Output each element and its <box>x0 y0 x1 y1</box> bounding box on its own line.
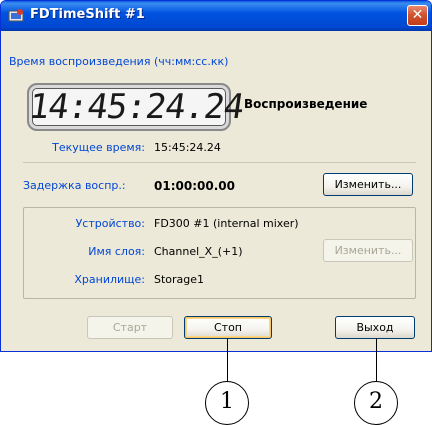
playback-time-header: Время воспроизведения (чч:мм:сс.кк) <box>9 55 229 68</box>
app-icon <box>8 9 24 22</box>
callout-1: 1 <box>205 381 249 425</box>
storage-value: Storage1 <box>154 273 205 286</box>
device-value: FD300 #1 (internal mixer) <box>154 217 299 230</box>
layer-value: Channel_X_(+1) <box>154 245 243 258</box>
callout-2: 2 <box>354 381 398 425</box>
layer-change-button[interactable]: Изменить... <box>323 239 413 262</box>
title-bar[interactable]: FDTimeShift #1 ✕ <box>1 1 431 31</box>
playback-clock: 14:45:24.24 <box>26 83 246 131</box>
callout-line-1 <box>227 338 228 382</box>
current-time-value: 15:45:24.24 <box>154 141 221 154</box>
callout-line-2 <box>376 338 377 382</box>
divider <box>23 162 416 163</box>
stop-button[interactable]: Стоп <box>184 316 272 339</box>
window-title: FDTimeShift #1 <box>30 7 145 22</box>
current-time-label: Текущее время: <box>52 141 145 154</box>
close-icon: ✕ <box>411 7 424 23</box>
exit-button[interactable]: Выход <box>335 316 415 339</box>
playback-state: Воспроизведение <box>244 97 368 111</box>
delay-value: 01:00:00.00 <box>154 179 235 193</box>
app-window: FDTimeShift #1 ✕ Время воспроизведения (… <box>0 0 432 352</box>
device-label: Устройство: <box>75 217 145 230</box>
close-button[interactable]: ✕ <box>407 5 428 26</box>
start-button[interactable]: Старт <box>87 316 173 339</box>
layer-label: Имя слоя: <box>88 245 145 258</box>
storage-label: Хранилище: <box>74 273 145 286</box>
delay-label: Задержка воспр.: <box>23 179 126 192</box>
delay-change-button[interactable]: Изменить... <box>323 173 413 196</box>
clock-digits: 14:45:24.24 <box>26 87 246 127</box>
